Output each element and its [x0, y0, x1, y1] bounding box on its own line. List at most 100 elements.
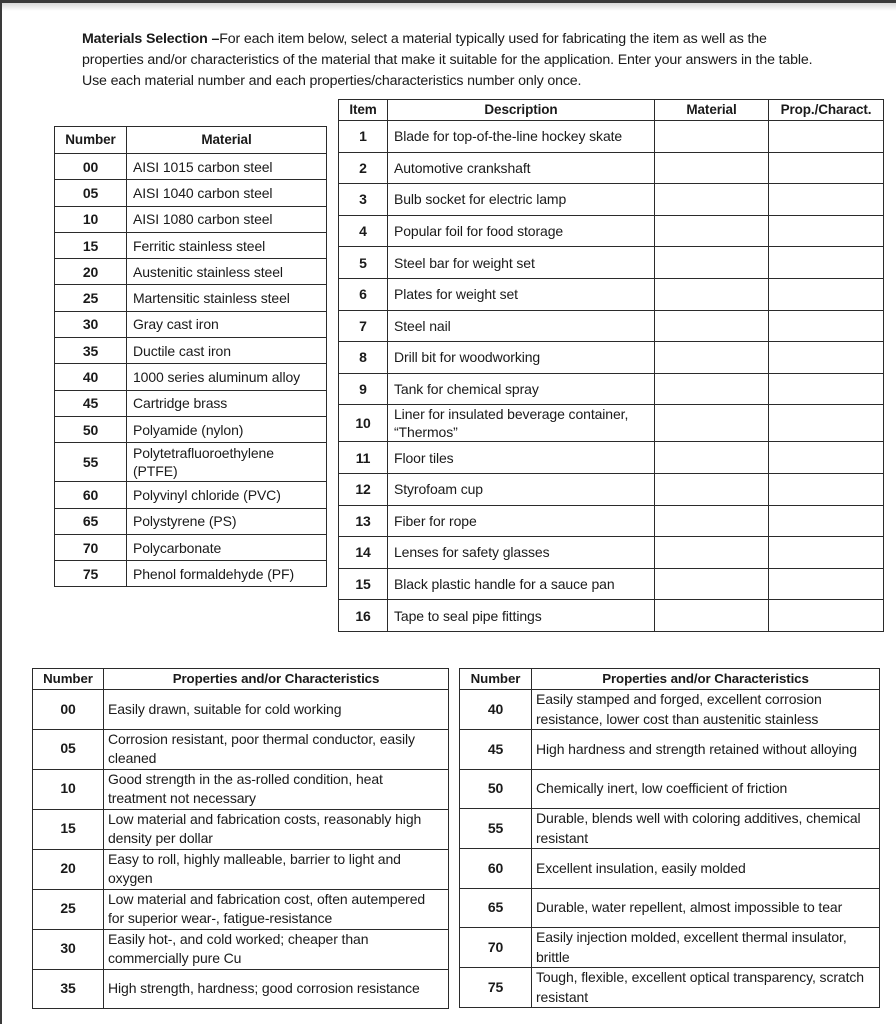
property-text: High hardness and strength retained with…	[531, 729, 880, 770]
prop-answer-cell[interactable]	[768, 277, 884, 311]
material-answer-cell[interactable]	[654, 214, 769, 248]
prop-answer-cell[interactable]	[768, 372, 884, 406]
material-answer-cell[interactable]	[654, 599, 769, 632]
table-header-row: Number Properties and/or Characteristics	[459, 668, 880, 690]
prop-answer-cell[interactable]	[768, 404, 884, 443]
property-row: 00 Easily drawn, suitable for cold workin…	[32, 689, 449, 730]
material-row: 15 Ferritic stainless steel	[54, 231, 327, 260]
item-number: 5	[338, 246, 388, 279]
property-number: 15	[32, 808, 104, 850]
material-row: 55 Polytetrafluoroethylene (PTFE)	[54, 442, 327, 483]
material-answer-cell[interactable]	[654, 567, 769, 601]
item-row: 16 Tape to seal pipe fittings	[338, 599, 884, 632]
material-answer-cell[interactable]	[654, 120, 769, 153]
material-name: AISI 1080 carbon steel	[126, 205, 327, 233]
item-description: Lenses for safety glasses	[387, 536, 655, 569]
item-number: 6	[338, 277, 388, 311]
material-answer-cell[interactable]	[654, 536, 769, 569]
property-text: Low material and fabrication costs, reas…	[103, 808, 449, 850]
property-text: Easily hot-, and cold worked; cheaper th…	[103, 928, 449, 970]
property-number: 05	[32, 728, 104, 770]
prop-answer-cell[interactable]	[768, 599, 884, 632]
material-answer-cell[interactable]	[654, 277, 769, 311]
property-text: Easily injection molded, excellent therm…	[531, 927, 880, 968]
item-description: Fiber for rope	[387, 504, 655, 538]
material-number: 15	[54, 231, 127, 260]
item-description: Popular foil for food storage	[387, 214, 655, 248]
property-text: Good strength in the as-rolled condition…	[103, 768, 449, 810]
property-text: Durable, blends well with coloring addit…	[531, 808, 880, 849]
material-name: 1000 series aluminum alloy	[126, 363, 327, 391]
material-answer-cell[interactable]	[654, 309, 769, 343]
property-row: 10 Good strength in the as-rolled conditi…	[32, 768, 449, 810]
material-answer-cell[interactable]	[654, 183, 769, 216]
material-name: Martensitic stainless steel	[126, 284, 327, 312]
property-number: 65	[459, 887, 532, 928]
material-name: Polytetrafluoroethylene (PTFE)	[126, 442, 327, 483]
material-row: 50 Polyamide (nylon)	[54, 415, 327, 444]
property-number: 30	[32, 928, 104, 970]
item-number: 14	[338, 536, 388, 569]
material-answer-cell[interactable]	[654, 504, 769, 538]
prop-answer-cell[interactable]	[768, 309, 884, 343]
header-material: Material	[654, 99, 769, 121]
prop-answer-cell[interactable]	[768, 246, 884, 279]
property-number: 35	[32, 968, 104, 1009]
prop-answer-cell[interactable]	[768, 567, 884, 601]
material-answer-cell[interactable]	[654, 246, 769, 279]
material-answer-cell[interactable]	[654, 404, 769, 443]
item-description: Tank for chemical spray	[387, 372, 655, 406]
material-number: 75	[54, 560, 127, 588]
instructions-title: Materials Selection –	[82, 31, 220, 47]
material-row: 10 AISI 1080 carbon steel	[54, 205, 327, 233]
material-number: 50	[54, 415, 127, 444]
property-text: Easily stamped and forged, excellent cor…	[531, 689, 880, 730]
table-header-row: Number Material	[54, 126, 327, 154]
item-description: Plates for weight set	[387, 277, 655, 311]
material-number: 10	[54, 205, 127, 233]
property-number: 40	[459, 689, 532, 730]
material-answer-cell[interactable]	[654, 341, 769, 374]
table-header-row: Item Description Material Prop./Charact.	[338, 99, 884, 121]
item-number: 16	[338, 599, 388, 632]
item-description: Floor tiles	[387, 441, 655, 474]
material-answer-cell[interactable]	[654, 151, 769, 185]
item-row: 10 Liner for insulated beverage container…	[338, 404, 884, 443]
prop-answer-cell[interactable]	[768, 341, 884, 374]
item-number: 10	[338, 404, 388, 443]
property-number: 60	[459, 848, 532, 889]
material-answer-cell[interactable]	[654, 472, 769, 506]
material-number: 35	[54, 337, 127, 365]
property-row: 60 Excellent insulation, easily molded	[459, 848, 880, 889]
prop-answer-cell[interactable]	[768, 472, 884, 506]
material-answer-cell[interactable]	[654, 441, 769, 474]
material-number: 45	[54, 389, 127, 417]
material-answer-cell[interactable]	[654, 372, 769, 406]
item-row: 11 Floor tiles	[338, 441, 884, 474]
material-name: Phenol formaldehyde (PF)	[126, 560, 327, 588]
item-row: 15 Black plastic handle for a sauce pan	[338, 567, 884, 601]
material-name: Polyvinyl chloride (PVC)	[126, 481, 327, 509]
prop-answer-cell[interactable]	[768, 441, 884, 474]
material-number: 40	[54, 363, 127, 391]
prop-answer-cell[interactable]	[768, 504, 884, 538]
item-description: Blade for top-of-the-line hockey skate	[387, 120, 655, 153]
material-name: AISI 1040 carbon steel	[126, 179, 327, 207]
prop-answer-cell[interactable]	[768, 151, 884, 185]
header-item: Item	[338, 99, 388, 121]
material-number: 20	[54, 258, 127, 286]
material-row: 35 Ductile cast iron	[54, 337, 327, 365]
property-number: 70	[459, 927, 532, 968]
property-text: Durable, water repellent, almost impossi…	[531, 887, 880, 928]
prop-answer-cell[interactable]	[768, 120, 884, 153]
item-row: 8 Drill bit for woodworking	[338, 341, 884, 374]
prop-answer-cell[interactable]	[768, 536, 884, 569]
property-row: 55 Durable, blends well with coloring add…	[459, 808, 880, 849]
item-description: Styrofoam cup	[387, 472, 655, 506]
item-row: 5 Steel bar for weight set	[338, 246, 884, 279]
property-row: 05 Corrosion resistant, poor thermal cond…	[32, 728, 449, 770]
prop-answer-cell[interactable]	[768, 183, 884, 216]
material-row: 30 Gray cast iron	[54, 310, 327, 339]
prop-answer-cell[interactable]	[768, 214, 884, 248]
table-header-row: Number Properties and/or Characteristics	[32, 668, 449, 690]
